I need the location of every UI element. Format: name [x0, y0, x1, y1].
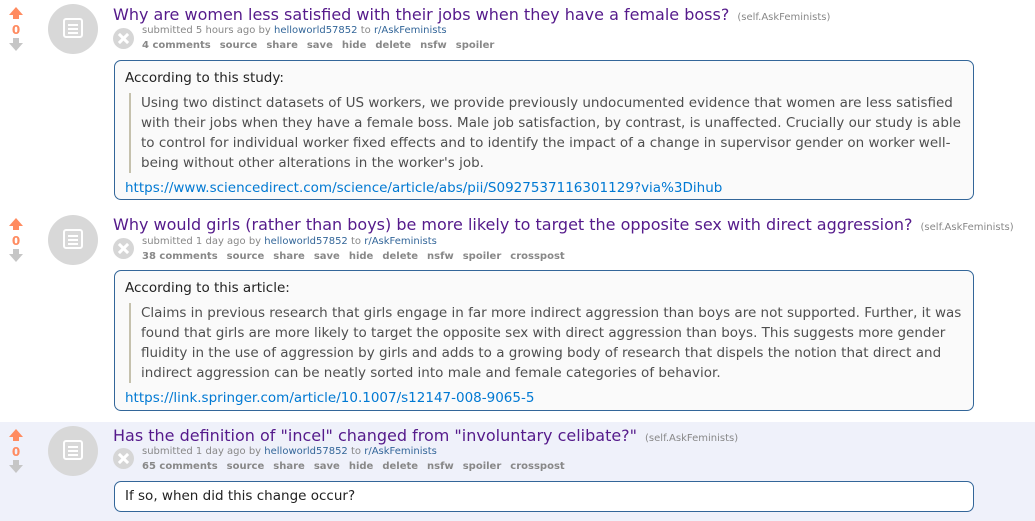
post-title[interactable]: Why are women less satisfied with their …	[113, 5, 729, 24]
hide-button[interactable]: hide	[349, 461, 374, 472]
title-row: Has the definition of "incel" changed fr…	[113, 426, 738, 445]
spoiler-button[interactable]: spoiler	[463, 461, 502, 472]
tagline: submitted 1 day ago by helloworld57852 t…	[142, 446, 437, 457]
title-row: Why are women less satisfied with their …	[113, 5, 830, 24]
delete-button[interactable]: delete	[382, 461, 418, 472]
score: 0	[11, 234, 21, 248]
hide-button[interactable]: hide	[342, 40, 367, 51]
selftext-quote: Using two distinct datasets of US worker…	[129, 93, 963, 173]
score: 0	[11, 23, 21, 37]
subreddit-link[interactable]: r/AskFeminists	[364, 446, 437, 457]
selftext-intro: According to this study:	[125, 70, 284, 86]
post-3: 0 Has the definition of "incel" changed …	[0, 422, 1035, 521]
tagline-prefix: submitted 5 hours ago by	[142, 25, 271, 36]
source-link[interactable]: https://www.sciencedirect.com/science/ar…	[125, 180, 722, 196]
spoiler-button[interactable]: spoiler	[456, 40, 495, 51]
share-button[interactable]: share	[266, 40, 298, 51]
save-button[interactable]: save	[307, 40, 333, 51]
source-button[interactable]: source	[220, 40, 258, 51]
crosspost-button[interactable]: crosspost	[510, 461, 564, 472]
post-1: 0 Why are women less satisfied with thei…	[0, 0, 1035, 205]
comments-button[interactable]: 38 comments	[142, 251, 218, 262]
downvote-arrow-icon[interactable]	[9, 38, 23, 51]
post-domain[interactable]: (self.AskFeminists)	[921, 222, 1014, 233]
selftext-intro: According to this article:	[125, 280, 290, 296]
vote-column: 0	[6, 7, 26, 51]
post-buttons: 65 comments source share save hide delete nsfw…	[142, 461, 574, 472]
score: 0	[11, 445, 21, 459]
selftext-box: If so, when did this change occur?	[114, 481, 974, 512]
comments-button[interactable]: 4 comments	[142, 40, 211, 51]
source-button[interactable]: source	[227, 461, 265, 472]
nsfw-button[interactable]: nsfw	[420, 40, 447, 51]
delete-button[interactable]: delete	[382, 251, 418, 262]
subreddit-link[interactable]: r/AskFeminists	[364, 236, 437, 247]
source-button[interactable]: source	[227, 251, 265, 262]
author-link[interactable]: helloworld57852	[274, 25, 358, 36]
delete-button[interactable]: delete	[375, 40, 411, 51]
crosspost-button[interactable]: crosspost	[510, 251, 564, 262]
comments-button[interactable]: 65 comments	[142, 461, 218, 472]
self-post-thumbnail[interactable]	[48, 4, 98, 54]
post-domain[interactable]: (self.AskFeminists)	[737, 12, 830, 23]
save-button[interactable]: save	[314, 461, 340, 472]
tagline-to: to	[350, 446, 362, 457]
vote-column: 0	[6, 429, 26, 473]
selftext-intro: If so, when did this change occur?	[125, 488, 356, 504]
document-icon	[63, 440, 83, 460]
post-2: 0 Why would girls (rather than boys) be …	[0, 211, 1035, 416]
author-link[interactable]: helloworld57852	[264, 446, 348, 457]
downvote-arrow-icon[interactable]	[9, 460, 23, 473]
close-expando-icon[interactable]	[113, 238, 134, 259]
tagline-prefix: submitted 1 day ago by	[142, 446, 262, 457]
nsfw-button[interactable]: nsfw	[427, 251, 454, 262]
share-button[interactable]: share	[273, 251, 305, 262]
close-expando-icon[interactable]	[113, 448, 134, 469]
self-post-thumbnail[interactable]	[48, 426, 98, 476]
downvote-arrow-icon[interactable]	[9, 249, 23, 262]
post-domain[interactable]: (self.AskFeminists)	[645, 433, 738, 444]
selftext-box: According to this article: Claims in pre…	[114, 270, 974, 411]
share-button[interactable]: share	[273, 461, 305, 472]
post-title[interactable]: Has the definition of "incel" changed fr…	[113, 426, 637, 445]
self-post-thumbnail[interactable]	[48, 215, 98, 265]
document-icon	[63, 18, 83, 38]
post-buttons: 4 comments source share save hide delete nsfw s…	[142, 40, 503, 51]
spoiler-button[interactable]: spoiler	[463, 251, 502, 262]
upvote-arrow-icon[interactable]	[9, 429, 23, 441]
selftext-box: According to this study: Using two disti…	[114, 60, 974, 200]
tagline-to: to	[360, 25, 371, 36]
subreddit-link[interactable]: r/AskFeminists	[374, 25, 447, 36]
document-icon	[63, 229, 83, 249]
post-title[interactable]: Why would girls (rather than boys) be mo…	[113, 215, 913, 234]
upvote-arrow-icon[interactable]	[9, 218, 23, 230]
close-expando-icon[interactable]	[113, 28, 134, 49]
save-button[interactable]: save	[314, 251, 340, 262]
hide-button[interactable]: hide	[349, 251, 374, 262]
title-row: Why would girls (rather than boys) be mo…	[113, 215, 1014, 234]
upvote-arrow-icon[interactable]	[9, 7, 23, 19]
tagline: submitted 5 hours ago by helloworld57852…	[142, 25, 447, 36]
post-buttons: 38 comments source share save hide delete nsfw…	[142, 251, 574, 262]
nsfw-button[interactable]: nsfw	[427, 461, 454, 472]
tagline-to: to	[350, 236, 362, 247]
author-link[interactable]: helloworld57852	[264, 236, 348, 247]
tagline: submitted 1 day ago by helloworld57852 t…	[142, 236, 437, 247]
source-link[interactable]: https://link.springer.com/article/10.100…	[125, 390, 534, 406]
tagline-prefix: submitted 1 day ago by	[142, 236, 262, 247]
vote-column: 0	[6, 218, 26, 262]
selftext-quote: Claims in previous research that girls e…	[129, 303, 963, 383]
